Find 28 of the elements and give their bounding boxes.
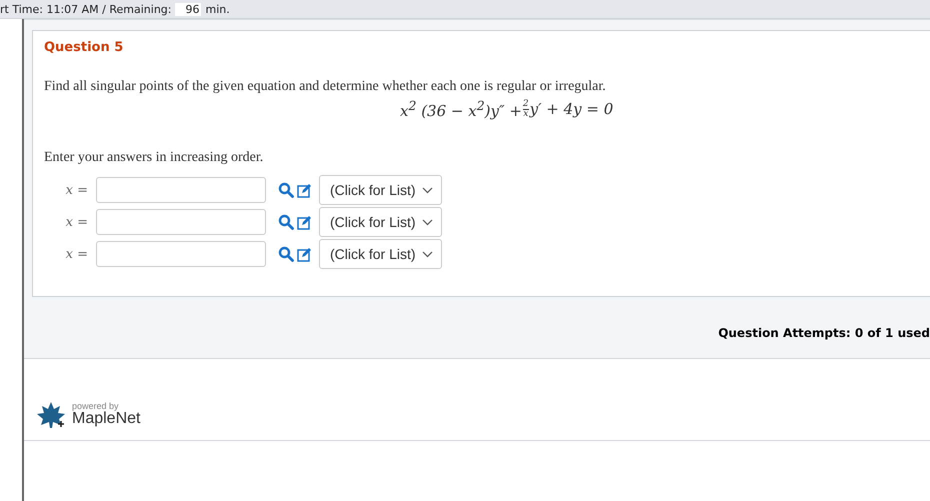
edit-icon[interactable] [297, 214, 312, 230]
attempts-text: Question Attempts: 0 of 1 used [717, 326, 930, 340]
answer-label: x = [64, 246, 88, 262]
maple-leaf-logo-icon [36, 400, 66, 430]
question-prompt: Find all singular points of the given equation and determine whether each one is regular or irregular. [44, 79, 607, 95]
edit-icon[interactable] [297, 182, 312, 198]
powered-by-text: powered by [72, 402, 120, 411]
answer-field[interactable] [96, 241, 266, 267]
question-title: Question 5 [44, 40, 124, 55]
search-icon[interactable] [278, 246, 294, 262]
chevron-down-icon [422, 218, 433, 226]
brand-name: MapleNet [72, 411, 140, 427]
instruction-text: Enter your answers in increasing order. [44, 150, 264, 166]
chevron-down-icon [422, 250, 433, 258]
answer-label: x = [64, 214, 88, 230]
answer-field[interactable] [96, 177, 266, 203]
list-dropdown[interactable]: (Click for List) [319, 175, 442, 205]
list-dropdown[interactable]: (Click for List) [319, 207, 442, 237]
chevron-down-icon [422, 186, 433, 194]
answer-label: x = [64, 182, 88, 198]
remaining-minutes: 96 [175, 2, 202, 16]
minutes-unit: min. [205, 2, 230, 16]
list-dropdown[interactable]: (Click for List) [319, 239, 442, 269]
edit-icon[interactable] [297, 246, 312, 262]
answer-field[interactable] [96, 209, 266, 235]
search-icon[interactable] [278, 214, 294, 230]
time-label: rt Time: 11:07 AM / Remaining: [0, 2, 172, 16]
search-icon[interactable] [278, 182, 294, 198]
